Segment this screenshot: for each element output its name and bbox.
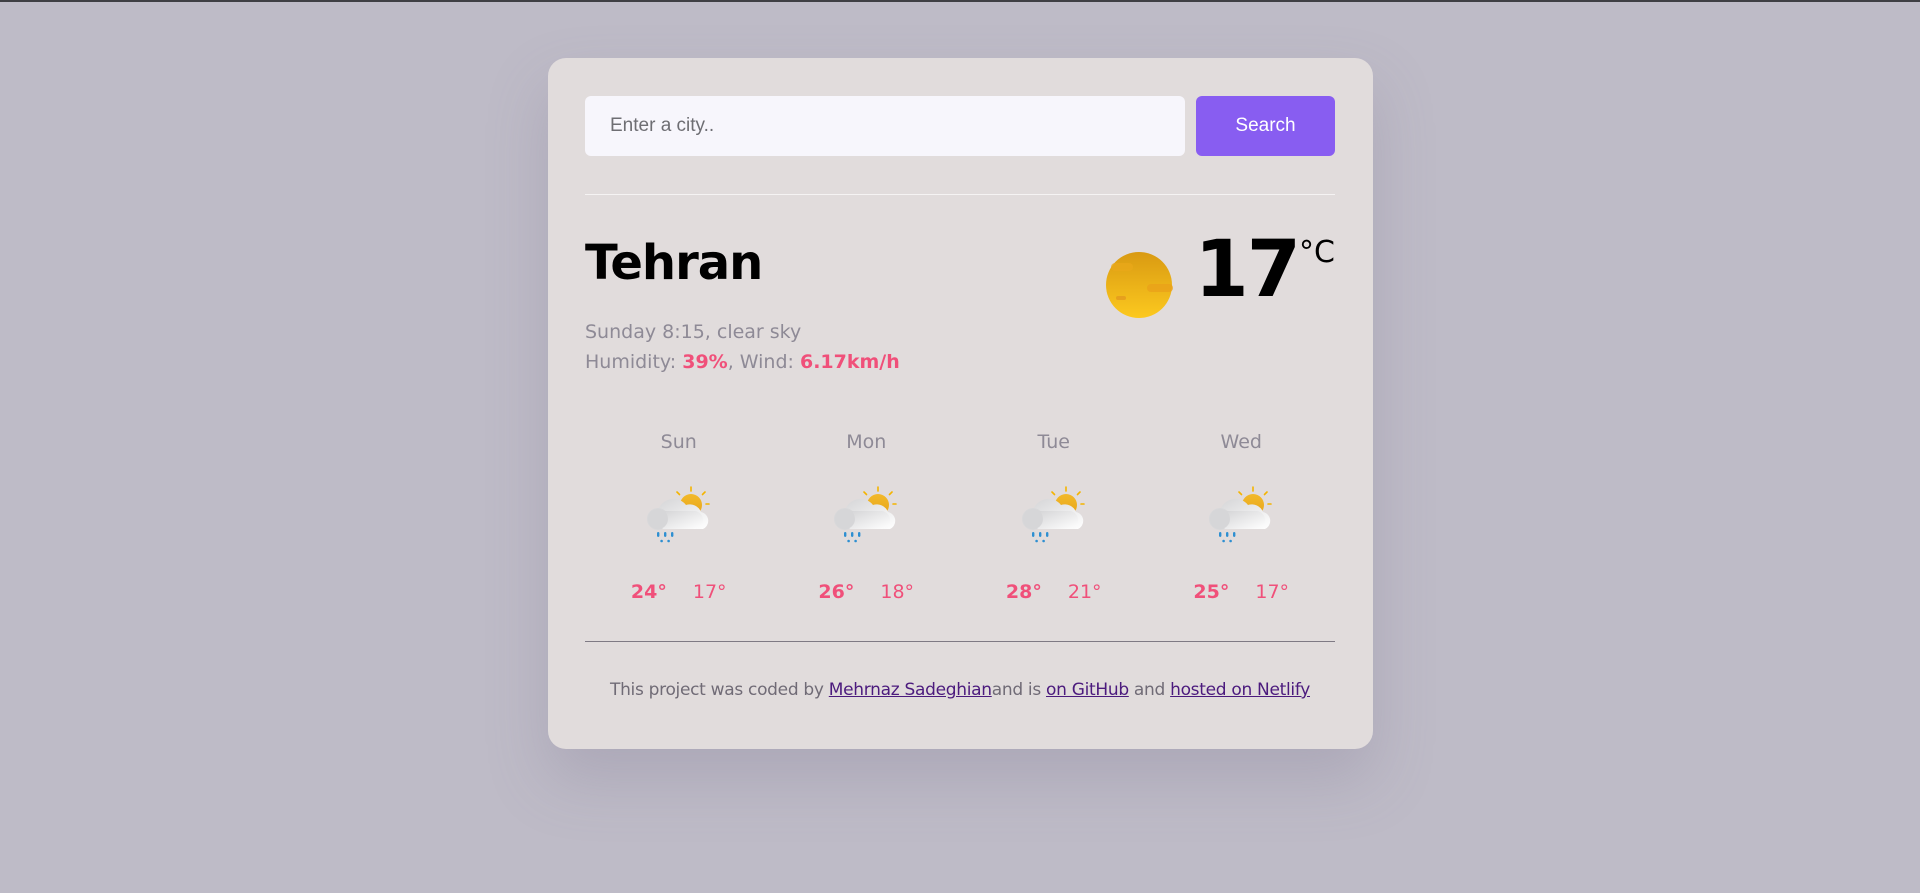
forecast-max-temp: 25°	[1193, 581, 1230, 603]
partly-cloudy-rain-icon	[645, 486, 710, 544]
humidity-wind-line: Humidity: 39%, Wind: 6.17km/h	[585, 347, 900, 377]
forecast-day-name: Wed	[1220, 431, 1262, 453]
temperature-unit: °C	[1299, 235, 1335, 270]
weather-card: Search Tehran Sunday 8:15, clear sky Hum…	[548, 58, 1373, 749]
partly-cloudy-rain-icon	[833, 486, 898, 544]
forecast-day-name: Mon	[846, 431, 887, 453]
clear-sky-sun-icon	[1105, 252, 1173, 318]
forecast-day: Tue 28° 21°	[960, 431, 1148, 603]
footer-text: and	[1128, 680, 1171, 700]
partly-cloudy-rain-icon	[1020, 486, 1085, 544]
humidity-label: Humidity:	[585, 351, 683, 373]
forecast-max-temp: 24°	[630, 581, 667, 603]
bottom-divider	[585, 641, 1335, 642]
forecast-day: Sun 24° 17°	[585, 431, 773, 603]
forecast-min-temp: 17°	[1255, 581, 1290, 603]
current-temperature: 17 °C	[1105, 225, 1335, 319]
forecast-day: Wed 25° 17°	[1148, 431, 1336, 603]
city-search-input[interactable]	[585, 96, 1185, 156]
city-name: Tehran	[585, 235, 763, 291]
weather-details: Sunday 8:15, clear sky Humidity: 39%, Wi…	[585, 317, 900, 377]
forecast-day-name: Tue	[1037, 431, 1070, 453]
footer-text: and is	[991, 680, 1047, 700]
forecast-min-temp: 21°	[1067, 581, 1102, 603]
netlify-link[interactable]: hosted on Netlify	[1170, 680, 1310, 700]
partly-cloudy-rain-icon	[1208, 486, 1273, 544]
current-weather: Tehran Sunday 8:15, clear sky Humidity: …	[585, 195, 1335, 395]
temperature-value: 17	[1194, 225, 1302, 315]
humidity-value: 39%	[682, 351, 728, 373]
search-form: Search	[585, 96, 1335, 156]
forecast-temps: 26° 18°	[818, 581, 914, 603]
forecast-min-temp: 17°	[692, 581, 727, 603]
forecast-temps: 25° 17°	[1193, 581, 1289, 603]
forecast-min-temp: 18°	[880, 581, 915, 603]
forecast-max-temp: 28°	[1005, 581, 1042, 603]
forecast: Sun 24° 17° Mon 26° 18° Tue 28° 21° Wed	[585, 431, 1335, 603]
forecast-temps: 28° 21°	[1006, 581, 1102, 603]
github-link[interactable]: on GitHub	[1046, 680, 1129, 700]
forecast-day-name: Sun	[660, 431, 697, 453]
author-link[interactable]: Mehrnaz Sadeghian	[829, 680, 992, 700]
wind-label: , Wind:	[727, 351, 800, 373]
forecast-max-temp: 26°	[818, 581, 855, 603]
footer-text: This project was coded by	[610, 680, 829, 700]
forecast-day: Mon 26° 18°	[773, 431, 961, 603]
wind-value: 6.17km/h	[799, 351, 900, 373]
forecast-temps: 24° 17°	[631, 581, 727, 603]
footer: This project was coded by Mehrnaz Sadegh…	[585, 680, 1335, 700]
datetime-description: Sunday 8:15, clear sky	[585, 321, 802, 343]
search-button[interactable]: Search	[1196, 96, 1335, 156]
